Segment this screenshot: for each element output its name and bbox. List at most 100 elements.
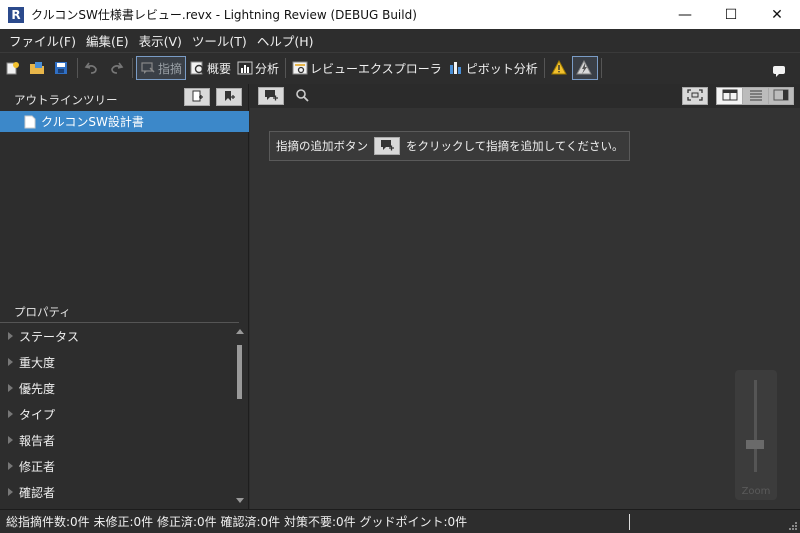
add-comment-button[interactable] [258, 87, 284, 105]
property-label: 報告者 [19, 433, 56, 448]
menu-tools[interactable]: ツール(T) [187, 31, 252, 50]
explorer-icon [292, 60, 308, 76]
open-folder-icon [29, 60, 45, 76]
document-icon [24, 115, 36, 129]
add-page-button[interactable] [184, 88, 210, 106]
review-explorer-button[interactable]: レビューエクスプローラ [289, 56, 445, 80]
summary-label: 概要 [207, 61, 232, 76]
document-viewer: 指摘の追加ボタン をクリックして指摘を追加してください。 Zoom [250, 84, 800, 509]
layout-split-button[interactable] [716, 87, 742, 105]
close-button[interactable]: ✕ [754, 0, 800, 29]
open-file-button[interactable] [26, 56, 50, 80]
property-fixer[interactable]: 修正者 [0, 453, 249, 479]
add-comment-hint: 指摘の追加ボタン をクリックして指摘を追加してください。 [269, 131, 631, 161]
window-title: クルコンSW仕様書レビュー.revx - Lightning Review (D… [31, 8, 417, 22]
zoom-control: Zoom [735, 370, 777, 500]
maximize-button[interactable]: ☐ [708, 0, 754, 29]
property-reporter[interactable]: 報告者 [0, 427, 249, 453]
property-severity[interactable]: 重大度 [0, 349, 249, 375]
menu-file[interactable]: ファイル(F) [4, 31, 81, 50]
property-label: 修正者 [19, 459, 56, 474]
expand-icon [8, 462, 13, 470]
outline-header: アウトラインツリー [0, 84, 248, 110]
save-icon [53, 60, 69, 76]
layout-sidepane-button[interactable] [768, 87, 794, 105]
resize-grip-icon[interactable] [786, 519, 798, 531]
undo-button[interactable] [81, 56, 105, 80]
lightning-icon [575, 60, 592, 76]
property-label: 重大度 [19, 355, 56, 370]
review-explorer-label: レビューエクスプローラ [310, 61, 442, 76]
layout-split-icon [722, 89, 738, 104]
layout-list-button[interactable] [742, 87, 768, 105]
scroll-up-arrow-icon[interactable] [236, 329, 244, 334]
outline-tree-item[interactable]: クルコンSW設計書 [0, 111, 249, 132]
warning-button[interactable] [548, 56, 572, 80]
analysis-button[interactable]: 分析 [234, 56, 282, 80]
property-verifier[interactable]: 確認者 [0, 479, 249, 505]
properties-scrollbar[interactable] [236, 329, 244, 503]
outline-tree-item-label: クルコンSW設計書 [41, 115, 144, 129]
expand-icon [8, 488, 13, 496]
layout-sidepane-icon [773, 89, 789, 104]
expand-icon [8, 332, 13, 340]
chat-bubble-icon [771, 63, 787, 79]
app-logo-icon: R [8, 6, 24, 23]
menu-view[interactable]: 表示(V) [134, 31, 187, 50]
new-file-button[interactable] [2, 56, 26, 80]
toolbar-separator [77, 58, 78, 78]
zoom-slider-handle[interactable] [746, 440, 764, 449]
left-panel: アウトラインツリー クルコンSW設計書 プロパティ ステータス 重大度 優先度 … [0, 84, 249, 509]
hint-add-comment-button[interactable] [374, 137, 400, 155]
property-status[interactable]: ステータス [0, 323, 249, 349]
properties-panel: プロパティ ステータス 重大度 優先度 タイプ 報告者 修正者 確認者 [0, 301, 249, 509]
search-button[interactable] [294, 88, 310, 104]
property-type[interactable]: タイプ [0, 401, 249, 427]
quick-check-button[interactable] [571, 56, 598, 80]
menu-bar: ファイル(F) 編集(E) 表示(V) ツール(T) ヘルプ(H) [0, 29, 800, 53]
title-bar: R クルコンSW仕様書レビュー.revx - Lightning Review … [0, 0, 800, 29]
add-page-icon [191, 90, 203, 105]
scroll-thumb[interactable] [237, 345, 242, 399]
bar-chart-icon [237, 60, 253, 76]
comment-mode-button[interactable]: 指摘 [136, 56, 187, 80]
comment-icon [140, 60, 156, 76]
new-file-icon [5, 60, 21, 76]
warning-icon [550, 60, 567, 76]
hint-text-after: をクリックして指摘を追加してください。 [406, 139, 624, 153]
status-bar: 総指摘件数:0件 未修正:0件 修正済:0件 確認済:0件 対策不要:0件 グッ… [0, 509, 800, 533]
expand-icon [8, 436, 13, 444]
add-comment-icon [264, 89, 278, 104]
redo-button[interactable] [105, 56, 129, 80]
toolbar-separator [543, 58, 545, 78]
fit-screen-icon [687, 88, 703, 104]
scroll-down-arrow-icon[interactable] [236, 498, 244, 503]
add-bookmark-icon [223, 90, 235, 105]
property-label: ステータス [19, 329, 80, 344]
summary-icon [189, 60, 205, 76]
feedback-button[interactable] [768, 59, 792, 83]
property-label: タイプ [19, 407, 56, 422]
outline-title: アウトラインツリー [14, 93, 118, 107]
redo-icon [108, 60, 124, 76]
menu-help[interactable]: ヘルプ(H) [252, 31, 319, 50]
property-label: 優先度 [19, 381, 56, 396]
property-label: 確認者 [19, 485, 56, 500]
save-button[interactable] [50, 56, 74, 80]
status-summary: 総指摘件数:0件 未修正:0件 修正済:0件 確認済:0件 対策不要:0件 グッ… [6, 515, 468, 529]
pivot-analysis-button[interactable]: ピボット分析 [445, 56, 541, 80]
expand-icon [8, 410, 13, 418]
properties-title: プロパティ [0, 301, 239, 323]
zoom-slider-track[interactable] [754, 380, 757, 472]
analysis-label: 分析 [255, 61, 280, 76]
menu-edit[interactable]: 編集(E) [81, 31, 134, 50]
minimize-button[interactable]: — [662, 0, 708, 29]
fit-screen-button[interactable] [682, 87, 708, 105]
summary-button[interactable]: 概要 [186, 56, 234, 80]
toolbar-separator [600, 58, 602, 78]
add-bookmark-button[interactable] [216, 88, 242, 106]
zoom-label: Zoom [741, 486, 771, 497]
comment-mode-label: 指摘 [158, 61, 183, 76]
property-priority[interactable]: 優先度 [0, 375, 249, 401]
pivot-analysis-label: ピボット分析 [465, 61, 538, 76]
